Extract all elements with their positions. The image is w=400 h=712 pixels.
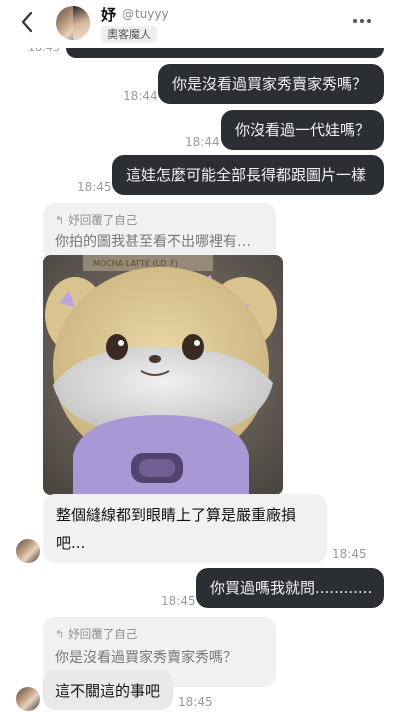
message-bubble-sent[interactable]: 你是沒看過買家秀賣家秀嗎？ xyxy=(158,64,384,104)
quote-text: 你拍的圖我甚至看不出哪裡有… xyxy=(55,234,251,250)
reply-icon: ↰ xyxy=(55,214,65,227)
back-arrow-icon[interactable] xyxy=(14,8,42,36)
message-text: 你買過嗎我就問............ xyxy=(210,579,373,597)
quote-header: ↰ 妤回覆了自己 xyxy=(55,626,137,642)
contact-handle-text: tuyyy xyxy=(135,7,169,21)
plush-photo[interactable]: MOCHA LATTE (LD_F) xyxy=(43,255,283,495)
contact-handle: @tuyyy xyxy=(122,7,169,21)
timestamp: 18:44 xyxy=(185,135,220,149)
message-bubble-sent[interactable]: 你沒看過一代娃嗎？ xyxy=(221,110,384,150)
sender-avatar[interactable] xyxy=(16,539,40,563)
tag-label: MOCHA LATTE (LD_F) xyxy=(93,259,178,268)
timestamp: 18:44 xyxy=(123,89,158,103)
message-text: 這娃怎麼可能全部長得都跟圖片一樣 xyxy=(126,166,367,184)
quote-header-text: 妤回覆了自己 xyxy=(68,213,138,227)
quote-text: 你是沒看過買家秀賣家秀嗎？ xyxy=(55,650,237,666)
contact-badge: 奧客魔人 xyxy=(101,26,157,43)
reply-icon: ↰ xyxy=(55,628,65,641)
message-text: 這不關這的事吧 xyxy=(55,682,161,700)
message-text: 吧... xyxy=(56,534,86,552)
chat-header: 妤 @tuyyy 奧客魔人 xyxy=(0,0,400,48)
timestamp: 18:45 xyxy=(161,594,196,608)
contact-avatar[interactable] xyxy=(56,6,90,40)
sender-avatar[interactable] xyxy=(16,687,40,711)
message-bubble-sent[interactable]: 你買過嗎我就問............ xyxy=(196,568,384,608)
message-text: 你是沒看過買家秀賣家秀嗎？ xyxy=(172,75,368,93)
more-options-icon[interactable] xyxy=(350,8,374,37)
message-bubble-sent[interactable]: 這娃怎麼可能全部長得都跟圖片一樣 xyxy=(112,155,384,195)
quote-header-text: 妤回覆了自己 xyxy=(68,627,138,641)
timestamp: 18:45 xyxy=(178,695,213,709)
contact-name: 妤 xyxy=(101,6,117,24)
quote-header: ↰ 妤回覆了自己 xyxy=(55,212,137,228)
message-text: 整個縫線都到眼睛上了算是嚴重廠損 xyxy=(56,506,297,524)
timestamp: 18:45 xyxy=(332,547,367,561)
message-text: 你沒看過一代娃嗎？ xyxy=(235,121,371,139)
timestamp: 18:45 xyxy=(77,180,112,194)
at-icon: @ xyxy=(122,7,134,21)
